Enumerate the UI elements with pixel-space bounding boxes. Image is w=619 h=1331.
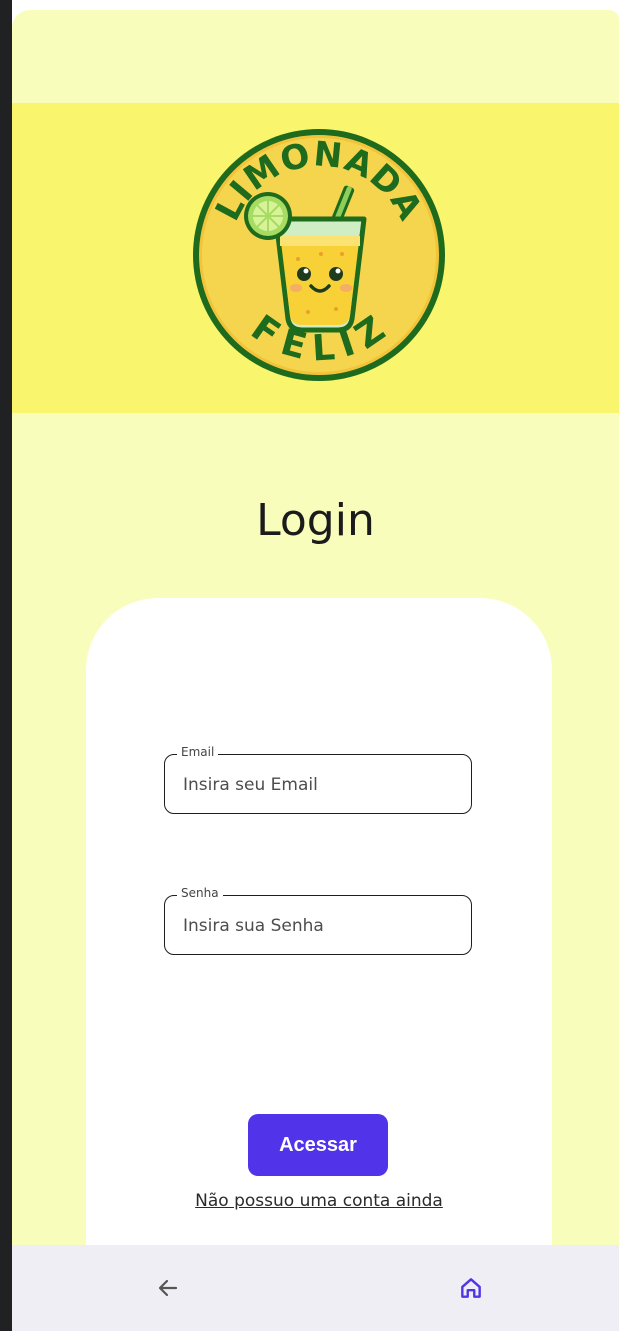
email-label: Email — [177, 745, 219, 759]
password-input[interactable] — [181, 910, 455, 942]
arrow-left-icon — [158, 1279, 178, 1297]
app-screen: LIMONADA FELIZ Login Email Insira seu Em… — [12, 10, 619, 1331]
password-field[interactable]: Senha — [164, 886, 472, 955]
home-button[interactable] — [448, 1265, 494, 1311]
home-icon — [461, 1278, 481, 1298]
email-field[interactable]: Email — [164, 745, 472, 814]
login-button[interactable]: Acessar — [248, 1114, 388, 1176]
login-card: Email Senha Acessar Não possuo uma conta… — [86, 598, 552, 1331]
password-label: Senha — [177, 886, 223, 900]
page-title: Login — [256, 495, 375, 546]
bottom-navbar — [12, 1245, 619, 1331]
email-input[interactable] — [181, 769, 455, 801]
back-button[interactable] — [145, 1265, 191, 1311]
limonada-feliz-logo: LIMONADA FELIZ — [193, 129, 445, 381]
device-frame — [0, 0, 12, 1331]
signup-link[interactable]: Não possuo uma conta ainda — [86, 1191, 552, 1211]
